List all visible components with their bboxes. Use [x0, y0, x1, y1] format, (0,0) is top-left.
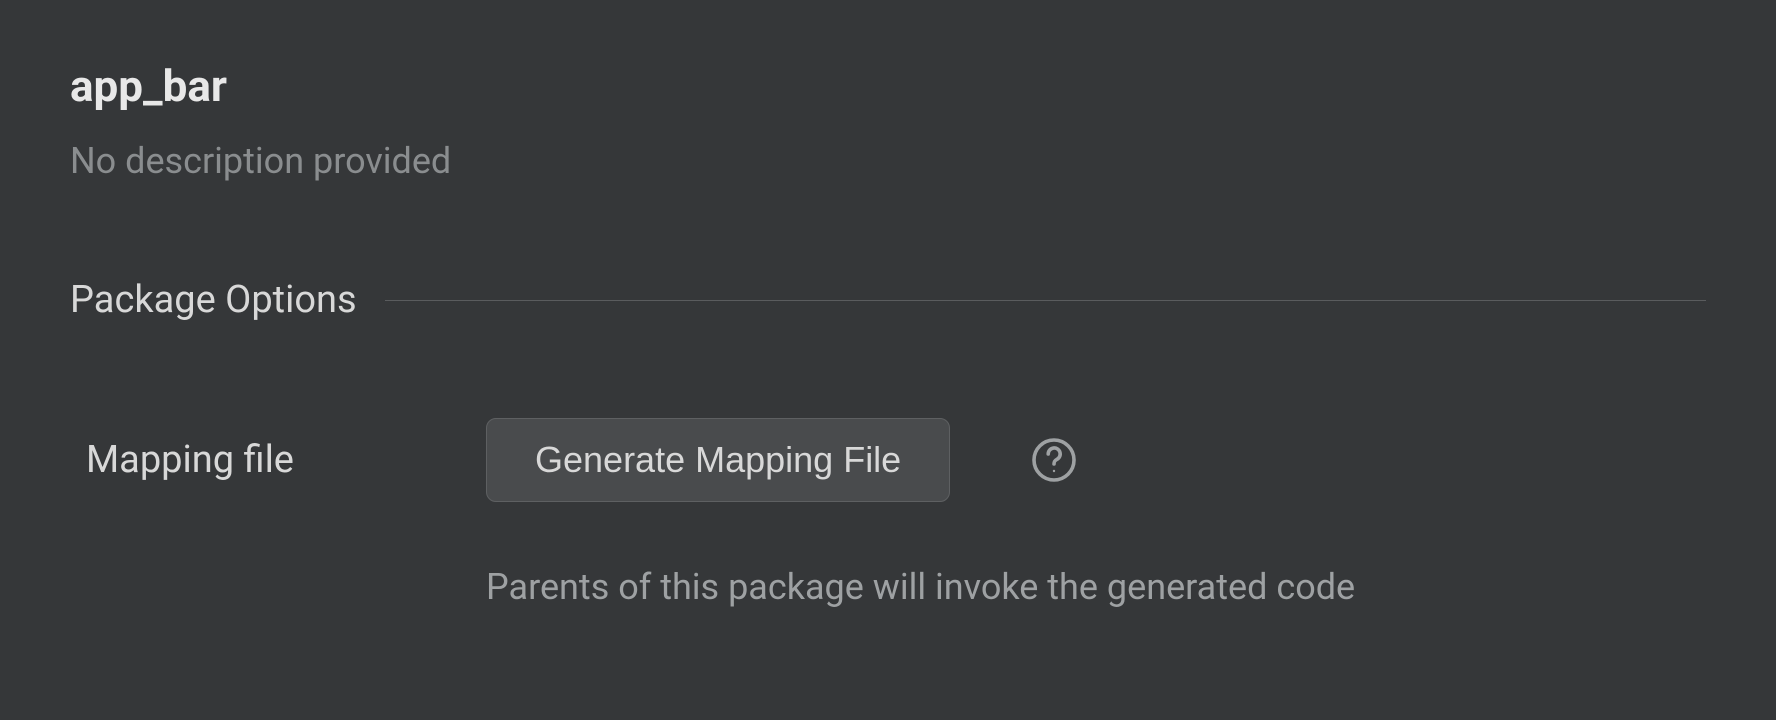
package-title: app_bar — [70, 60, 1706, 112]
package-description: No description provided — [70, 140, 1706, 182]
section-title: Package Options — [70, 278, 357, 322]
hint-row: Parents of this package will invoke the … — [70, 566, 1706, 608]
mapping-file-label: Mapping file — [86, 438, 486, 482]
section-header: Package Options — [70, 278, 1706, 322]
help-icon[interactable] — [1030, 436, 1078, 484]
mapping-file-row: Mapping file Generate Mapping File — [70, 418, 1706, 502]
mapping-file-hint: Parents of this package will invoke the … — [486, 566, 1706, 608]
section-divider — [385, 300, 1706, 301]
generate-mapping-file-button[interactable]: Generate Mapping File — [486, 418, 950, 502]
package-settings-panel: app_bar No description provided Package … — [0, 0, 1776, 608]
